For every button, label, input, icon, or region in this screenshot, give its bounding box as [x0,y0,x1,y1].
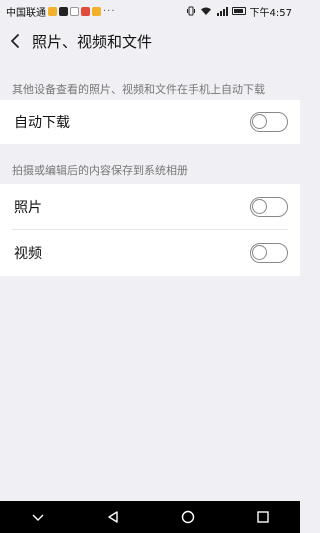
toggle-knob [252,114,267,129]
chevron-left-icon [11,34,19,48]
section-header-auto-download: 其他设备查看的照片、视频和文件在手机上自动下载 [12,83,265,96]
back-triangle-icon [107,511,118,523]
wifi-icon [200,7,211,15]
nav-recents-button[interactable] [248,503,278,531]
home-circle-icon [181,510,194,524]
recents-square-icon [256,511,269,523]
settings-card-auto-download: 自动下载 [0,100,300,144]
nav-home-button[interactable] [173,503,203,531]
page-title: 照片、视频和文件 [32,32,153,51]
tiktok-icon [59,6,68,16]
nav-back-button[interactable] [98,503,128,531]
setting-row-videos[interactable]: 视频 [0,230,300,276]
auto-download-toggle[interactable] [250,112,288,132]
app-notification-icon [81,6,90,16]
signal-icon [216,7,228,16]
setting-label: 视频 [14,246,42,262]
chevron-down-icon [32,514,43,521]
carrier-label: 中国联通 [6,7,46,19]
hide-nav-button[interactable] [23,503,53,531]
setting-label: 照片 [14,200,42,216]
settings-card-save-to-album: 照片 视频 [0,184,300,276]
status-left: 中国联通 ··· [0,4,116,19]
setting-row-auto-download[interactable]: 自动下载 [0,100,300,144]
section-header-save-to-album: 拍摄或编辑后的内容保存到系统相册 [12,164,188,177]
back-button[interactable] [0,22,30,60]
battery-icon [231,7,246,15]
more-notifications-icon: ··· [103,5,116,17]
navigation-bar [0,501,300,533]
app-notification-icon [92,6,101,16]
video-notification-icon [70,6,79,16]
app-notification-icon [48,6,57,16]
toggle-knob [252,245,267,260]
status-time: 下午4:57 [249,7,292,19]
status-right: 下午4:57 [186,4,300,19]
status-bar: 中国联通 ··· 下午4:57 [0,0,300,22]
toggle-knob [252,199,267,214]
title-bar: 照片、视频和文件 [0,22,300,60]
setting-label: 自动下载 [14,115,70,131]
videos-toggle[interactable] [250,243,288,263]
setting-row-photos[interactable]: 照片 [0,184,300,230]
photos-toggle[interactable] [250,197,288,217]
vibrate-icon [186,6,195,16]
